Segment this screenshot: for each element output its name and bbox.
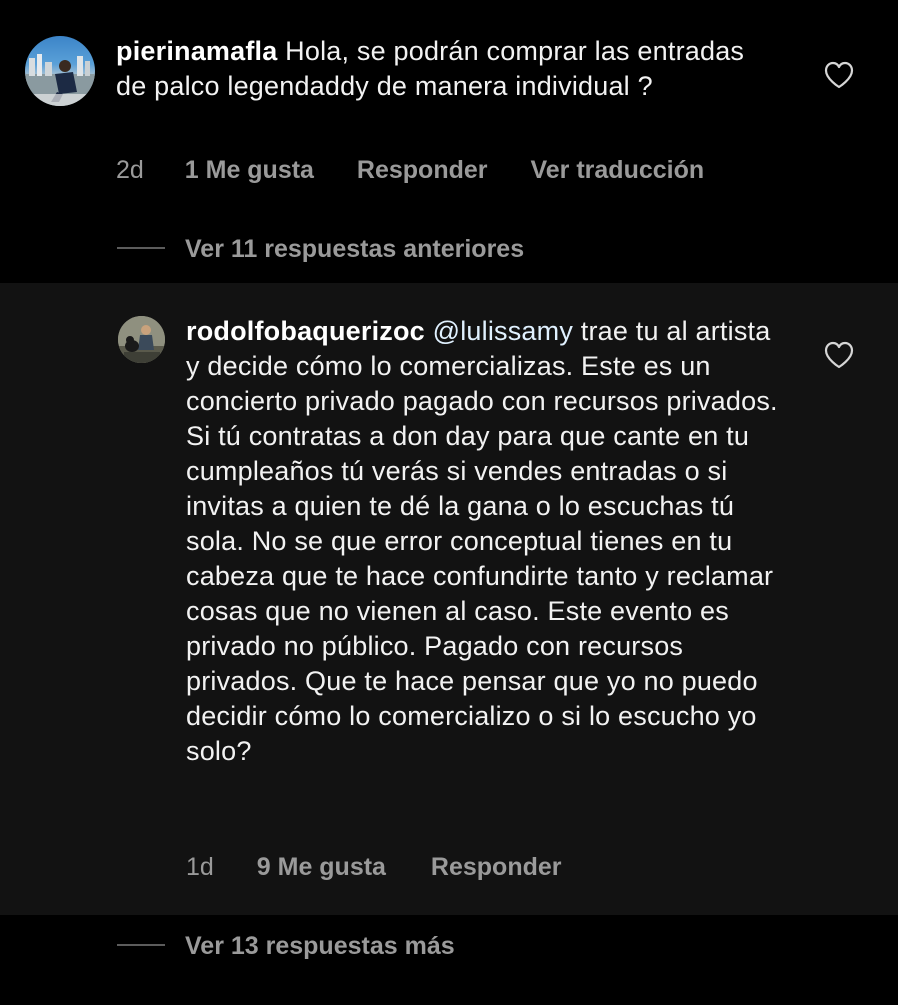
comment-item: pierinamafla Hola, se podrán comprar las… [0, 0, 898, 283]
view-more-replies-label: Ver 13 respuestas más [185, 932, 455, 960]
reply-button[interactable]: Responder [357, 156, 488, 185]
avatar-photo [25, 54, 95, 106]
comment-meta: 2d 1 Me gusta Responder Ver traducción [116, 156, 704, 185]
comment-meta: 1d 9 Me gusta Responder [186, 853, 562, 882]
heart-icon[interactable] [824, 61, 854, 89]
comment-body: pierinamafla Hola, se podrán comprar las… [116, 34, 756, 104]
reply-button[interactable]: Responder [431, 853, 562, 882]
avatar[interactable] [25, 36, 95, 106]
mention-link[interactable]: @lulissamy [433, 316, 573, 346]
likes-count-link[interactable]: 1 Me gusta [185, 156, 314, 185]
avatar-photo [118, 316, 165, 363]
replies-divider [117, 247, 165, 250]
replies-divider [117, 944, 165, 947]
comment-text: trae tu al artista y decide cómo lo come… [186, 316, 778, 766]
view-previous-replies-button[interactable]: Ver 11 respuestas anteriores [117, 235, 524, 264]
comment-time: 1d [186, 853, 214, 881]
view-previous-replies-label: Ver 11 respuestas anteriores [185, 235, 525, 263]
heart-icon[interactable] [824, 341, 854, 369]
reply-body: rodolfobaquerizoc @lulissamy trae tu al … [186, 314, 786, 769]
see-translation-button[interactable]: Ver traducción [530, 156, 704, 185]
comment-username[interactable]: pierinamafla [116, 36, 277, 66]
comment-time: 2d [116, 156, 144, 184]
likes-count-link[interactable]: 9 Me gusta [257, 853, 386, 882]
view-more-replies-button[interactable]: Ver 13 respuestas más [117, 932, 455, 961]
avatar[interactable] [118, 316, 165, 363]
comment-username[interactable]: rodolfobaquerizoc [186, 316, 425, 346]
